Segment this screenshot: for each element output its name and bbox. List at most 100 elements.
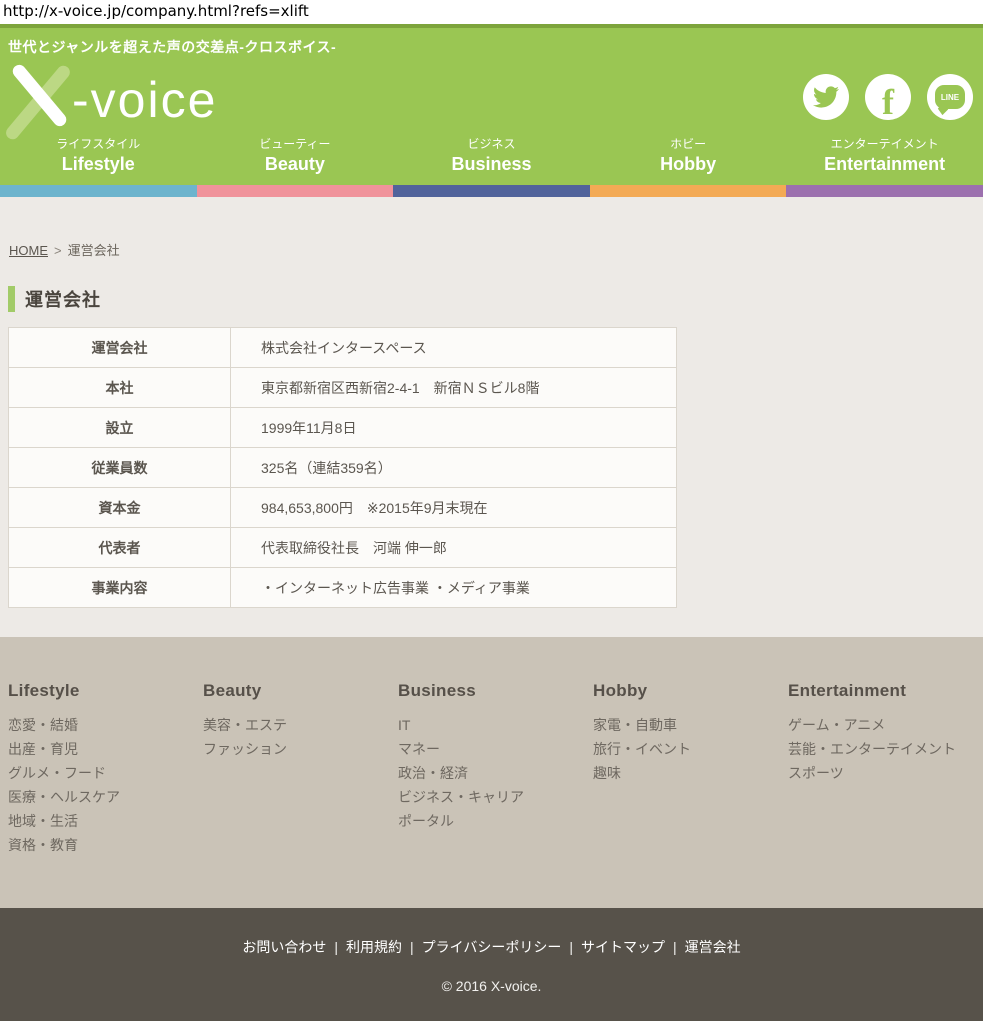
footer-link[interactable]: 恋愛・結婚 (8, 713, 203, 737)
beauty-bar (197, 185, 394, 197)
header-main: -voice f LINE (0, 58, 983, 136)
footer-heading-beauty: Beauty (203, 681, 398, 701)
title-accent-bar (8, 286, 15, 312)
nav-beauty-en: Beauty (197, 152, 394, 176)
table-row: 本社 東京都新宿区西新宿2-4-1 新宿ＮＳビル8階 (9, 368, 677, 408)
bottom-link-company[interactable]: 運営会社 (685, 939, 741, 955)
nav-item-business[interactable]: ビジネス Business (393, 136, 590, 185)
footer-link[interactable]: ポータル (398, 809, 593, 833)
copyright-text: © 2016 X-voice. (0, 978, 983, 994)
row-label: 従業員数 (9, 448, 231, 488)
footer-heading-business: Business (398, 681, 593, 701)
footer-column-hobby: Hobby 家電・自動車 旅行・イベント 趣味 (593, 681, 788, 908)
nav-business-en: Business (393, 152, 590, 176)
breadcrumb: HOME > 運営会社 (0, 197, 983, 259)
breadcrumb-current: 運営会社 (68, 243, 120, 258)
footer-link[interactable]: ゲーム・アニメ (788, 713, 983, 737)
line-label: LINE (941, 93, 959, 102)
nav-entertainment-en: Entertainment (786, 152, 983, 176)
nav-item-beauty[interactable]: ビューティー Beauty (197, 136, 394, 185)
nav-hobby-jp: ホビー (590, 136, 787, 152)
footer-column-business: Business IT マネー 政治・経済 ビジネス・キャリア ポータル (398, 681, 593, 908)
facebook-f-glyph: f (882, 84, 894, 120)
row-value: 325名（連結359名） (231, 448, 677, 488)
footer-link[interactable]: IT (398, 713, 593, 737)
footer-link[interactable]: ファッション (203, 737, 398, 761)
table-row: 資本金 984,653,800円 ※2015年9月末現在 (9, 488, 677, 528)
footer-link[interactable]: 政治・経済 (398, 761, 593, 785)
logo-x-mark (8, 64, 70, 130)
footer-link[interactable]: 地域・生活 (8, 809, 203, 833)
nav-business-jp: ビジネス (393, 136, 590, 152)
twitter-icon[interactable] (803, 74, 849, 120)
nav-beauty-jp: ビューティー (197, 136, 394, 152)
site-logo[interactable]: -voice (8, 64, 217, 130)
bottom-link-contact[interactable]: お問い合わせ (242, 939, 326, 955)
bottom-link-sitemap[interactable]: サイトマップ (581, 939, 665, 955)
line-bubble: LINE (935, 85, 965, 109)
nav-item-hobby[interactable]: ホビー Hobby (590, 136, 787, 185)
bottom-links: お問い合わせ | 利用規約 | プライバシーポリシー | サイトマップ | 運営会社 (0, 937, 983, 957)
row-value: ・インターネット広告事業 ・メディア事業 (231, 568, 677, 608)
line-icon[interactable]: LINE (927, 74, 973, 120)
footer-heading-entertainment: Entertainment (788, 681, 983, 701)
footer-column-beauty: Beauty 美容・エステ ファッション (203, 681, 398, 908)
sitemap-footer: Lifestyle 恋愛・結婚 出産・育児 グルメ・フード 医療・ヘルスケア 地… (0, 637, 983, 908)
footer-heading-hobby: Hobby (593, 681, 788, 701)
main-content: HOME > 運営会社 運営会社 運営会社 株式会社インタースペース 本社 東京都新… (0, 197, 983, 637)
row-value: 東京都新宿区西新宿2-4-1 新宿ＮＳビル8階 (231, 368, 677, 408)
bottom-separator: | (673, 939, 677, 955)
page-title-row: 運営会社 (8, 286, 983, 312)
footer-link[interactable]: 趣味 (593, 761, 788, 785)
nav-lifestyle-en: Lifestyle (0, 152, 197, 176)
company-info-table: 運営会社 株式会社インタースペース 本社 東京都新宿区西新宿2-4-1 新宿ＮＳ… (8, 327, 677, 608)
footer-link[interactable]: 資格・教育 (8, 833, 203, 857)
logo-text: -voice (72, 70, 217, 130)
footer-heading-lifestyle: Lifestyle (8, 681, 203, 701)
row-label: 設立 (9, 408, 231, 448)
footer-link[interactable]: 家電・自動車 (593, 713, 788, 737)
browser-address-bar[interactable]: http://x-voice.jp/company.html?refs=xlif… (0, 0, 983, 24)
row-label: 資本金 (9, 488, 231, 528)
breadcrumb-separator: > (54, 243, 62, 258)
footer-link[interactable]: スポーツ (788, 761, 983, 785)
row-label: 運営会社 (9, 328, 231, 368)
table-row: 従業員数 325名（連結359名） (9, 448, 677, 488)
breadcrumb-home-link[interactable]: HOME (9, 243, 48, 258)
footer-column-entertainment: Entertainment ゲーム・アニメ 芸能・エンターテイメント スポーツ (788, 681, 983, 908)
table-row: 代表者 代表取締役社長 河端 伸一郎 (9, 528, 677, 568)
lifestyle-bar (0, 185, 197, 197)
nav-item-lifestyle[interactable]: ライフスタイル Lifestyle (0, 136, 197, 185)
bottom-footer: お問い合わせ | 利用規約 | プライバシーポリシー | サイトマップ | 運営会社 © 201… (0, 908, 983, 1021)
footer-link[interactable]: 旅行・イベント (593, 737, 788, 761)
nav-category-bars (0, 185, 983, 197)
footer-link[interactable]: グルメ・フード (8, 761, 203, 785)
row-value: 株式会社インタースペース (231, 328, 677, 368)
row-label: 本社 (9, 368, 231, 408)
footer-link[interactable]: マネー (398, 737, 593, 761)
footer-link[interactable]: ビジネス・キャリア (398, 785, 593, 809)
row-label: 事業内容 (9, 568, 231, 608)
bottom-separator: | (569, 939, 573, 955)
table-row: 運営会社 株式会社インタースペース (9, 328, 677, 368)
footer-link[interactable]: 芸能・エンターテイメント (788, 737, 983, 761)
footer-column-lifestyle: Lifestyle 恋愛・結婚 出産・育児 グルメ・フード 医療・ヘルスケア 地… (8, 681, 203, 908)
site-tagline: 世代とジャンルを超えた声の交差点-クロスボイス- (0, 28, 983, 58)
business-bar (393, 185, 590, 197)
row-value: 984,653,800円 ※2015年9月末現在 (231, 488, 677, 528)
nav-entertainment-jp: エンターテイメント (786, 136, 983, 152)
facebook-icon[interactable]: f (865, 74, 911, 120)
page-title: 運営会社 (25, 286, 101, 312)
footer-link[interactable]: 医療・ヘルスケア (8, 785, 203, 809)
bottom-separator: | (334, 939, 338, 955)
bottom-link-terms[interactable]: 利用規約 (346, 939, 402, 955)
table-row: 事業内容 ・インターネット広告事業 ・メディア事業 (9, 568, 677, 608)
footer-link[interactable]: 美容・エステ (203, 713, 398, 737)
social-icons: f LINE (803, 74, 973, 120)
footer-link[interactable]: 出産・育児 (8, 737, 203, 761)
nav-hobby-en: Hobby (590, 152, 787, 176)
bottom-link-privacy[interactable]: プライバシーポリシー (422, 939, 562, 955)
nav-item-entertainment[interactable]: エンターテイメント Entertainment (786, 136, 983, 185)
hobby-bar (590, 185, 787, 197)
bottom-separator: | (410, 939, 414, 955)
